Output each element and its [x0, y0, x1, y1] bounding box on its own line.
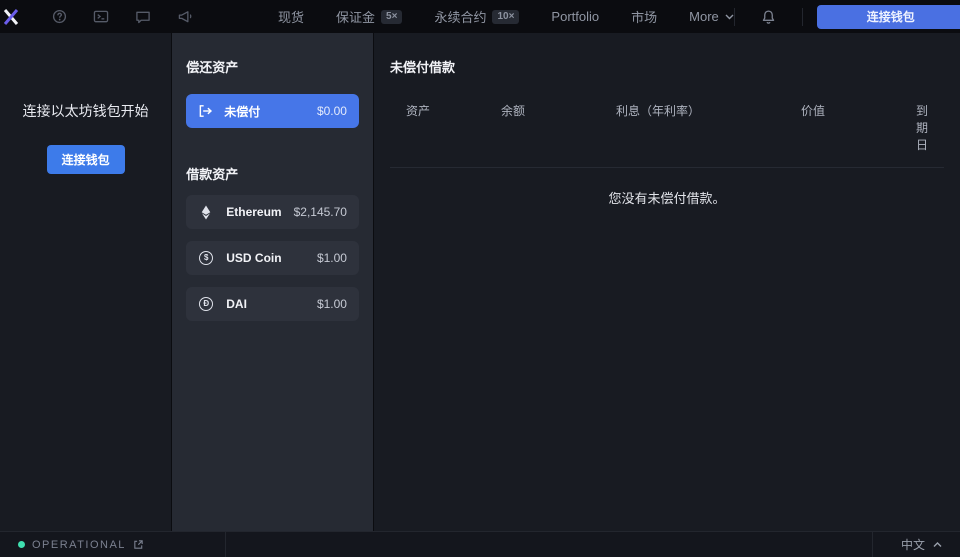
- status-link[interactable]: OPERATIONAL: [0, 532, 226, 557]
- external-link-icon: [133, 539, 144, 550]
- x-logo-icon: [0, 6, 22, 28]
- announcement-icon[interactable]: [177, 9, 194, 24]
- empty-loans-message: 您没有未偿付借款。: [390, 168, 944, 207]
- nav-item-spot[interactable]: 现货: [278, 7, 304, 26]
- repay-heading: 偿还资产: [186, 57, 359, 76]
- language-selector[interactable]: 中文: [872, 532, 960, 557]
- asset-name: Ethereum: [226, 205, 281, 219]
- dydx-x-logo[interactable]: [0, 0, 22, 33]
- outstanding-loans-panel: 未偿付借款 资产 余额 利息（年利率） 价值 到期日 您没有未偿付借款。: [374, 33, 960, 531]
- connect-prompt-text: 连接以太坊钱包开始: [23, 101, 149, 121]
- asset-value: $2,145.70: [294, 205, 347, 219]
- loans-heading: 未偿付借款: [390, 57, 944, 76]
- column-due-date: 到期日: [916, 102, 928, 153]
- column-interest-apr: 利息（年利率）: [616, 102, 801, 153]
- help-icon[interactable]: [52, 9, 67, 24]
- nav-item-label: 市场: [631, 7, 657, 26]
- wallet-connect-panel: 连接以太坊钱包开始 连接钱包: [0, 33, 172, 531]
- nav-item-markets[interactable]: 市场: [631, 7, 657, 26]
- nav-item-label: More: [689, 9, 719, 24]
- notifications-button[interactable]: [735, 9, 802, 25]
- nav-right-group: 连接钱包: [734, 5, 960, 29]
- leverage-badge: 10×: [492, 10, 519, 24]
- footer-bar: OPERATIONAL 中文: [0, 531, 960, 557]
- loans-table-header: 资产 余额 利息（年利率） 价值 到期日: [390, 102, 944, 167]
- loans-table: 资产 余额 利息（年利率） 价值 到期日 您没有未偿付借款。: [390, 102, 944, 207]
- chevron-up-icon: [933, 542, 942, 548]
- asset-name: DAI: [226, 297, 247, 311]
- asset-value: $1.00: [317, 297, 347, 311]
- connect-wallet-button-small[interactable]: 连接钱包: [47, 145, 125, 174]
- terminal-icon[interactable]: [93, 9, 109, 24]
- nav-links: 现货 保证金 5× 永续合约 10× Portfolio 市场 More: [226, 7, 734, 26]
- nav-icon-group: [22, 9, 226, 24]
- nav-divider: [802, 8, 803, 26]
- dai-icon: Đ: [198, 297, 214, 311]
- main-content: 连接以太坊钱包开始 连接钱包 偿还资产 未偿付 $0.00 借款资产 Ether…: [0, 33, 960, 531]
- top-nav: 现货 保证金 5× 永续合约 10× Portfolio 市场 More: [0, 0, 960, 33]
- status-dot: [18, 541, 25, 548]
- repay-arrow-icon: [198, 104, 214, 118]
- outstanding-button[interactable]: 未偿付 $0.00: [186, 94, 359, 128]
- connect-wallet-button[interactable]: 连接钱包: [817, 5, 960, 29]
- ethereum-icon: [198, 205, 214, 220]
- asset-row-usdcoin[interactable]: $ USD Coin $1.00: [186, 241, 359, 275]
- column-balance: 余额: [501, 102, 616, 153]
- asset-row-ethereum[interactable]: Ethereum $2,145.70: [186, 195, 359, 229]
- nav-item-portfolio[interactable]: Portfolio: [551, 9, 599, 24]
- nav-item-perpetual[interactable]: 永续合约 10×: [434, 7, 519, 26]
- nav-item-margin[interactable]: 保证金 5×: [336, 7, 402, 26]
- nav-item-label: 现货: [278, 7, 304, 26]
- chevron-down-icon: [725, 14, 734, 20]
- chat-icon[interactable]: [135, 9, 151, 24]
- outstanding-value: $0.00: [317, 104, 347, 118]
- asset-value: $1.00: [317, 251, 347, 265]
- asset-name: USD Coin: [226, 251, 281, 265]
- borrow-heading: 借款资产: [186, 164, 359, 183]
- outstanding-label: 未偿付: [224, 103, 260, 120]
- nav-item-label: 永续合约: [434, 7, 486, 26]
- column-value: 价值: [801, 102, 916, 153]
- usdc-icon: $: [198, 251, 214, 265]
- nav-item-more[interactable]: More: [689, 9, 734, 24]
- repay-panel: 偿还资产 未偿付 $0.00 借款资产 Ethereum $2,145.70: [172, 33, 374, 531]
- language-label: 中文: [901, 536, 925, 553]
- bell-icon: [761, 9, 776, 25]
- status-label: OPERATIONAL: [32, 539, 126, 551]
- column-asset: 资产: [406, 102, 501, 153]
- nav-item-label: 保证金: [336, 7, 375, 26]
- asset-row-dai[interactable]: Đ DAI $1.00: [186, 287, 359, 321]
- nav-item-label: Portfolio: [551, 9, 599, 24]
- leverage-badge: 5×: [381, 10, 402, 24]
